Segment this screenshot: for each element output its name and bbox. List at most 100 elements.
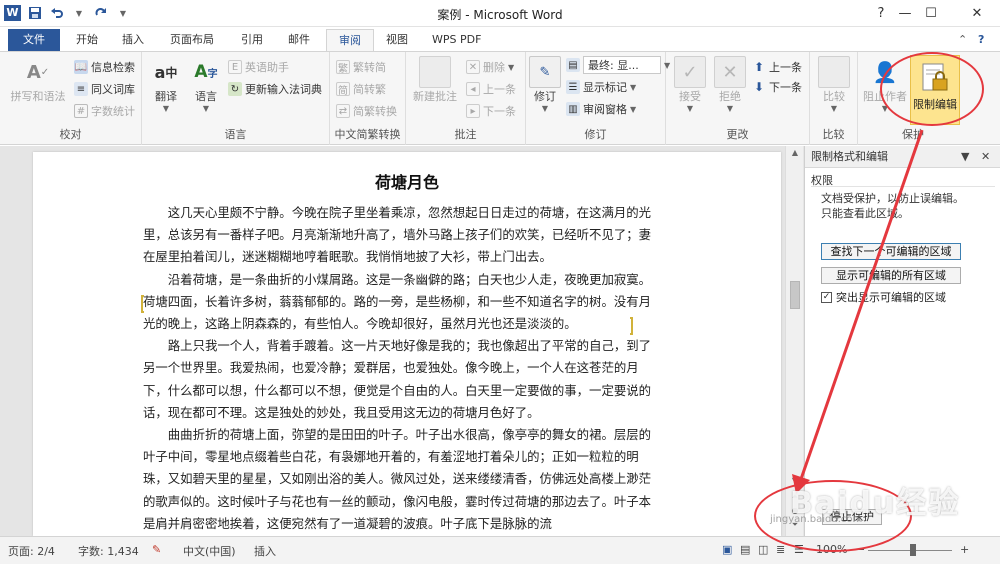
word-count-indicator[interactable]: 字数: 1,434 [78, 543, 139, 559]
prev-change-button[interactable]: ⬆ 上一条 [752, 58, 802, 76]
research-button[interactable]: 📖 信息检索 [74, 58, 135, 76]
display-mode-select[interactable]: ▤ 最终: 显... ▼ [566, 56, 670, 74]
update-ime-button[interactable]: ↻ 更新输入法词典 [228, 80, 322, 98]
english-helper-button[interactable]: E 英语助手 [228, 58, 289, 76]
block-authors-button[interactable]: 👤 阻止作者 ▼ [860, 56, 910, 113]
new-comment-button[interactable]: 新建批注 [410, 56, 460, 104]
insert-mode-indicator[interactable]: 插入 [254, 543, 276, 559]
compare-icon [818, 56, 850, 88]
pane-close-icon[interactable]: ✕ [981, 150, 990, 163]
tab-page-layout[interactable]: 页面布局 [158, 29, 226, 51]
document-page[interactable]: 荷塘月色 这几天心里颇不宁静。今晚在院子里坐着乘凉，忽然想起日日走过的荷塘，在这… [33, 152, 781, 536]
status-bar: 页面: 2/4 字数: 1,434 ✎ 中文(中国) 插入 ▣ ▤ ◫ ≣ ☰ … [0, 536, 1000, 564]
show-all-regions-button[interactable]: 显示可编辑的所有区域 [821, 267, 961, 284]
browse-object-icon[interactable]: ● [786, 506, 804, 515]
chinese-convert-button[interactable]: ⇄ 简繁转换 [336, 102, 397, 120]
group-label-language: 语言 [224, 128, 247, 141]
ribbon: A ✓ 拼写和语法 📖 信息检索 ≡ 同义词库 # 字数统计 校对 a中 翻译 ▼… [0, 51, 1000, 145]
zoom-out-button[interactable]: − [856, 543, 865, 556]
reject-button[interactable]: ✕ 拒绝 ▼ [710, 56, 750, 113]
tab-review[interactable]: 审阅 [326, 29, 374, 52]
reject-dropdown-icon: ▼ [726, 104, 734, 113]
close-button[interactable]: ✕ [954, 0, 1000, 27]
spelling-icon: A ✓ [26, 61, 50, 83]
tab-references[interactable]: 引用 [229, 29, 275, 51]
next-comment-button[interactable]: ▸ 下一条 [466, 102, 516, 120]
lock-document-icon [920, 62, 950, 94]
group-label-compare: 比较 [822, 128, 845, 141]
translate-button[interactable]: a中 翻译 ▼ [146, 56, 186, 114]
view-print-layout-icon[interactable]: ▣ [722, 543, 732, 556]
view-outline-icon[interactable]: ≣ [776, 543, 785, 556]
accept-button[interactable]: ✓ 接受 ▼ [670, 56, 710, 113]
language-button[interactable]: A字 语言 ▼ [186, 56, 226, 113]
highlight-regions-checkbox[interactable]: ✓ 突出显示可编辑的区域 [821, 289, 946, 305]
pane-menu-icon[interactable]: ▼ [961, 150, 969, 163]
simp-to-trad-button[interactable]: 简 简转繁 [336, 80, 386, 98]
zoom-level[interactable]: 100% [816, 543, 847, 556]
show-markup-icon: ☰ [566, 80, 580, 94]
word-count-button[interactable]: # 字数统计 [74, 102, 135, 120]
scroll-up-icon[interactable]: ▲ [786, 148, 804, 157]
page-indicator[interactable]: 页面: 2/4 [8, 543, 55, 559]
maximize-button[interactable]: ☐ [908, 0, 954, 27]
translate-icon: a中 [154, 62, 178, 82]
simp-to-trad-icon: 简 [336, 82, 350, 97]
tab-file[interactable]: 文件 [8, 29, 60, 51]
spelling-grammar-button[interactable]: A ✓ 拼写和语法 [8, 56, 68, 104]
tab-mailings[interactable]: 邮件 [276, 29, 322, 51]
compare-dropdown-icon: ▼ [830, 104, 838, 113]
show-markup-button[interactable]: ☰ 显示标记 ▼ [566, 78, 636, 96]
prev-change-icon: ⬆ [753, 60, 765, 74]
review-pane-button[interactable]: ▥ 审阅窗格 ▼ [566, 100, 636, 118]
tab-home[interactable]: 开始 [64, 29, 110, 51]
stop-protection-button[interactable]: 停止保护 [822, 509, 882, 525]
accept-dropdown-icon: ▼ [686, 104, 694, 113]
tab-wps-pdf[interactable]: WPS PDF [420, 29, 493, 51]
scroll-thumb[interactable] [790, 281, 800, 309]
track-changes-button[interactable]: ✎ 修订 ▼ [528, 56, 562, 113]
next-comment-icon: ▸ [466, 104, 480, 118]
restrict-editing-button[interactable]: 限制编辑 [910, 55, 960, 125]
delete-comment-icon: ✕ [466, 60, 480, 74]
thesaurus-button[interactable]: ≡ 同义词库 [74, 80, 135, 98]
tab-view[interactable]: 视图 [374, 29, 420, 51]
prev-comment-button[interactable]: ◂ 上一条 [466, 80, 516, 98]
track-changes-icon: ✎ [529, 56, 561, 88]
proofing-status-icon[interactable]: ✎ [152, 543, 161, 556]
group-proofing: A ✓ 拼写和语法 📖 信息检索 ≡ 同义词库 # 字数统计 校对 [0, 52, 142, 145]
prev-page-icon[interactable]: ⏶ [786, 492, 804, 502]
next-page-icon[interactable]: ⏷ [786, 520, 804, 530]
accept-icon: ✓ [674, 56, 706, 88]
research-icon: 📖 [74, 60, 88, 74]
help-icon[interactable]: ? [978, 33, 984, 46]
scroll-down-icon[interactable]: ▼ [786, 476, 804, 485]
block-authors-dropdown-icon: ▼ [881, 104, 889, 113]
group-label-proofing: 校对 [59, 128, 82, 141]
paragraph-2: 沿着荷塘，是一条曲折的小煤屑路。这是一条幽僻的路；白天也少人走，夜晚更加寂寞。荷… [143, 271, 652, 332]
trad-to-simp-button[interactable]: 繁 繁转简 [336, 58, 386, 76]
zoom-in-button[interactable]: + [960, 543, 969, 556]
vertical-scrollbar[interactable]: ▲ ▼ ⏶ ● ⏷ [785, 146, 803, 536]
word-count-icon: # [74, 104, 88, 118]
find-next-region-button[interactable]: 查找下一个可编辑的区域 [821, 243, 961, 260]
review-pane-icon: ▥ [566, 102, 580, 116]
view-draft-icon[interactable]: ☰ [794, 543, 804, 556]
language-indicator[interactable]: 中文(中国) [183, 543, 236, 559]
view-web-layout-icon[interactable]: ◫ [758, 543, 768, 556]
document-title: 荷塘月色 [374, 173, 439, 192]
window-title: 案例 - Microsoft Word [437, 8, 563, 22]
delete-comment-button[interactable]: ✕ 删除 ▼ [466, 58, 514, 76]
group-label-chinese: 中文简繁转换 [334, 128, 401, 141]
collapse-ribbon-icon[interactable]: ⌃ [958, 33, 967, 46]
tab-insert[interactable]: 插入 [110, 29, 156, 51]
zoom-slider-thumb[interactable] [910, 544, 916, 556]
document-body[interactable]: 这几天心里颇不宁静。今晚在院子里坐着乘凉，忽然想起日日走过的荷塘，在这满月的光里… [143, 202, 661, 535]
restrict-editing-pane: 限制格式和编辑 ▼ ✕ 权限 文档受保护，以防止误编辑。 只能查看此区域。 查找… [804, 146, 1000, 536]
prev-comment-icon: ◂ [466, 82, 480, 96]
next-change-button[interactable]: ⬇ 下一条 [752, 78, 802, 96]
checkbox-box[interactable]: ✓ [821, 291, 832, 303]
compare-button[interactable]: 比较 ▼ [814, 56, 854, 113]
group-tracking: ✎ 修订 ▼ ▤ 最终: 显... ▼ ☰ 显示标记 ▼ ▥ 审阅窗格 ▼ 修订 [526, 52, 670, 145]
view-full-screen-icon[interactable]: ▤ [740, 543, 750, 556]
